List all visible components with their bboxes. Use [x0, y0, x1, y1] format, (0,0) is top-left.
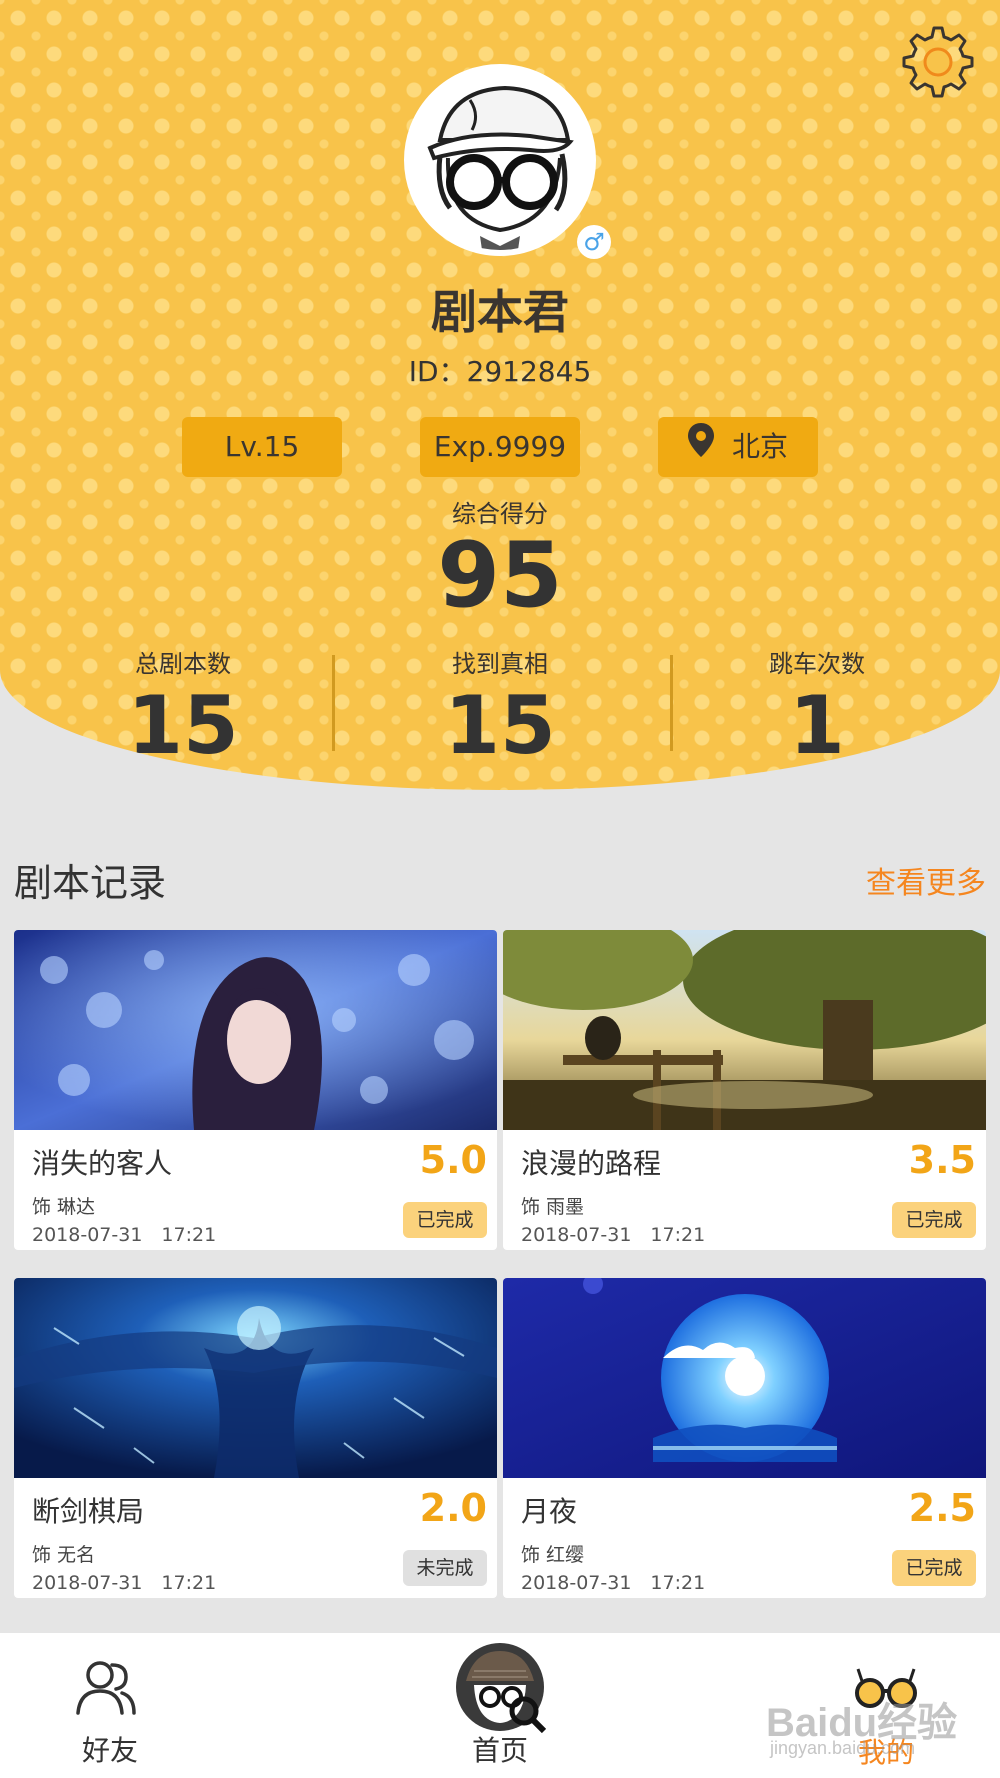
avatar-illustration	[410, 70, 590, 250]
record-score: 2.0	[419, 1486, 487, 1530]
record-card[interactable]: 断剑棋局 2.0 饰 无名 2018-07-31 17:21 未完成	[14, 1278, 497, 1598]
records-title: 剧本记录	[14, 861, 167, 905]
record-cover-image	[14, 1278, 497, 1478]
avatar[interactable]	[404, 64, 596, 256]
record-card[interactable]: 月夜 2.5 饰 红缨 2018-07-31 17:21 已完成	[503, 1278, 986, 1598]
gear-icon	[902, 26, 974, 98]
tab-friends-label: 好友	[81, 1734, 138, 1767]
record-title: 月夜	[521, 1495, 578, 1528]
tab-friends[interactable]: 好友	[0, 1633, 220, 1778]
record-cover-image	[503, 930, 986, 1130]
score-value: 95	[437, 523, 563, 628]
view-more-link[interactable]: 查看更多	[866, 858, 986, 902]
status-badge: 已完成	[892, 1550, 976, 1586]
record-role: 饰 无名	[32, 1544, 96, 1566]
profile-header: ♂ 剧本君 ID：2912845 Lv.15 Exp.9999 北京 综合得分 …	[0, 0, 1000, 790]
stat-divider	[332, 655, 335, 751]
level-text: Lv.15	[224, 430, 300, 463]
location-text: 北京	[731, 430, 788, 463]
settings-button[interactable]	[900, 24, 976, 100]
stat-divider	[670, 655, 673, 751]
location-badge: 北京	[658, 417, 818, 477]
tab-home[interactable]: 首页	[390, 1633, 610, 1778]
baidu-watermark-url: jingyan.baidu.com	[770, 1738, 916, 1758]
stat-found-truth: 找到真相 15	[375, 644, 625, 771]
record-cover-image	[14, 930, 497, 1130]
record-title: 消失的客人	[32, 1147, 173, 1180]
gender-male-icon: ♂	[577, 225, 611, 259]
stat-value: 15	[444, 679, 556, 772]
user-id: ID：2912845	[408, 355, 592, 388]
stat-quit-count: 跳车次数 1	[692, 644, 942, 771]
tab-home-label: 首页	[471, 1734, 528, 1767]
level-badge: Lv.15	[182, 417, 342, 477]
record-date: 2018-07-31 17:21	[521, 1224, 706, 1246]
exp-badge: Exp.9999	[420, 417, 580, 477]
stat-label: 跳车次数	[769, 650, 865, 678]
record-role: 饰 琳达	[32, 1196, 96, 1218]
record-card[interactable]: 浪漫的路程 3.5 饰 雨墨 2018-07-31 17:21 已完成	[503, 930, 986, 1250]
record-title: 浪漫的路程	[521, 1147, 662, 1180]
friends-icon	[76, 1661, 136, 1715]
record-score: 5.0	[419, 1138, 487, 1182]
stat-label: 总剧本数	[135, 650, 231, 678]
record-score: 3.5	[908, 1138, 976, 1182]
record-role: 饰 红缨	[521, 1544, 585, 1566]
record-date: 2018-07-31 17:21	[32, 1572, 217, 1594]
stat-label: 找到真相	[452, 650, 548, 678]
status-badge: 未完成	[403, 1550, 487, 1586]
record-card[interactable]: 消失的客人 5.0 饰 琳达 2018-07-31 17:21 已完成	[14, 930, 497, 1250]
stat-value: 15	[127, 679, 239, 772]
record-date: 2018-07-31 17:21	[521, 1572, 706, 1594]
detective-icon	[456, 1643, 546, 1733]
stat-value: 1	[789, 679, 845, 772]
stat-total-scripts: 总剧本数 15	[58, 644, 308, 771]
location-pin-icon	[687, 418, 714, 478]
record-date: 2018-07-31 17:21	[32, 1224, 217, 1246]
record-role: 饰 雨墨	[521, 1196, 585, 1218]
status-badge: 已完成	[403, 1202, 487, 1238]
status-badge: 已完成	[892, 1202, 976, 1238]
record-cover-image	[503, 1278, 986, 1478]
record-score: 2.5	[908, 1486, 976, 1530]
user-nickname: 剧本君	[431, 285, 569, 339]
record-title: 断剑棋局	[32, 1495, 145, 1528]
exp-text: Exp.9999	[433, 430, 567, 463]
